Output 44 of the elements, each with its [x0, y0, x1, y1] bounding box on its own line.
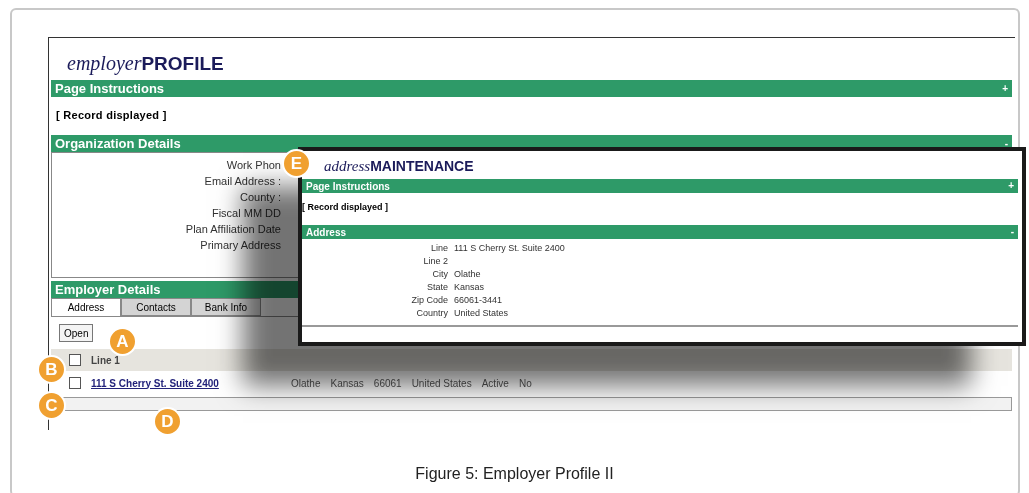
field-label: Country [416, 308, 448, 318]
field-value: Olathe [454, 268, 481, 281]
title-prefix: employer [67, 51, 142, 77]
field-label: Line [431, 243, 448, 253]
title-prefix: address [324, 156, 371, 176]
field-label: Work Phon [226, 159, 281, 171]
section-title: Page Instructions [55, 79, 165, 98]
status-text: [ Record displayed ] [55, 108, 168, 123]
table-cell-text: Olathe [291, 376, 321, 391]
field-value: 66061-3441 [454, 294, 503, 307]
checkbox[interactable] [69, 377, 81, 389]
field-label: Line 2 [423, 256, 448, 266]
page-title: PROFILE [141, 51, 224, 74]
toggle-icon[interactable]: + [1008, 181, 1014, 191]
section-title: Organization Details [55, 134, 181, 153]
field-value: 111 S Cherry St. Suite 2400 [454, 242, 565, 255]
tab[interactable]: Contacts [121, 298, 191, 316]
tab[interactable]: Bank Info [191, 298, 261, 316]
field-label: Fiscal MM DD [211, 207, 281, 219]
section-title: Page Instructions [306, 179, 390, 194]
table-cell-text: Active [481, 376, 509, 391]
tab[interactable]: Address [51, 298, 121, 316]
open-button[interactable]: Open [59, 324, 94, 342]
table-cell-text: Kansas [330, 376, 364, 391]
field-label: State [427, 282, 448, 292]
checkbox[interactable] [69, 354, 81, 366]
table-cell-text: 66061 [373, 376, 402, 391]
figure-caption: Figure 5: Employer Profile II [415, 465, 614, 482]
field-value: Kansas [454, 281, 485, 294]
popup-title: MAINTENANCE [370, 157, 474, 176]
field-value: United States [454, 307, 509, 320]
section-title: Employer Details [55, 280, 161, 299]
section-title: Address [306, 225, 346, 240]
table-cell-text: United States [411, 376, 472, 391]
field-label: Email Address : [204, 175, 281, 187]
field-label: Plan Affiliation Date [185, 223, 281, 235]
column-header: Line 1 [91, 353, 120, 368]
toggle-icon[interactable]: + [1002, 83, 1008, 94]
field-label: Zip Code [411, 295, 448, 305]
status-text: [ Record displayed ] [302, 201, 390, 214]
field-label: City [432, 269, 448, 279]
field-label: County : [240, 191, 281, 203]
address-link[interactable]: 111 S Cherry St. Suite 2400 [91, 375, 281, 391]
table-cell-text: No [518, 376, 532, 391]
